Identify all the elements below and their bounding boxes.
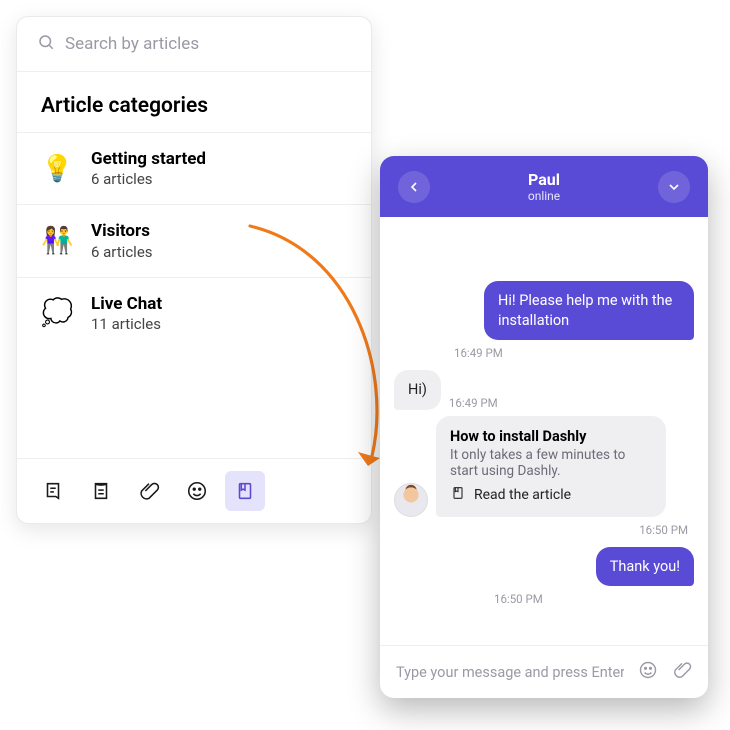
message-text: Thank you! — [596, 547, 694, 587]
article-card[interactable]: How to install Dashly It only takes a fe… — [436, 416, 666, 517]
kb-item-live-chat[interactable]: 💭 Live Chat 11 articles — [17, 277, 371, 349]
chat-window: Paul online Hi! Please help me with the … — [380, 156, 708, 698]
kb-item-sub: 6 articles — [91, 243, 153, 261]
message-article: How to install Dashly It only takes a fe… — [394, 416, 694, 517]
article-desc: It only takes a few minutes to start usi… — [450, 447, 652, 479]
chat-input-bar — [380, 645, 708, 698]
message-text: Hi) — [394, 370, 441, 410]
article-link-text: Read the article — [474, 487, 571, 503]
message-sent: Thank you! — [394, 547, 694, 587]
kb-item-getting-started[interactable]: 💡 Getting started 6 articles — [17, 132, 371, 204]
chat-contact-status: online — [528, 189, 560, 203]
people-icon: 👫 — [41, 226, 73, 256]
attachment-icon[interactable] — [129, 471, 169, 511]
emoji-icon[interactable] — [177, 471, 217, 511]
message-sent: Hi! Please help me with the installation — [394, 281, 694, 340]
kb-item-sub: 6 articles — [91, 170, 206, 188]
thought-bubble-icon: 💭 — [41, 298, 73, 328]
knowledge-base-icon[interactable] — [225, 471, 265, 511]
kb-section-title: Article categories — [17, 72, 371, 132]
chat-input[interactable] — [396, 664, 624, 681]
kb-item-title: Live Chat — [91, 294, 162, 315]
attachment-icon[interactable] — [672, 660, 692, 684]
kb-item-title: Visitors — [91, 221, 153, 242]
note-icon[interactable] — [33, 471, 73, 511]
message-text: Hi! Please help me with the installation — [484, 281, 694, 340]
chat-body: Hi! Please help me with the installation… — [380, 217, 708, 645]
kb-item-visitors[interactable]: 👫 Visitors 6 articles — [17, 204, 371, 276]
kb-item-title: Getting started — [91, 149, 206, 170]
emoji-icon[interactable] — [638, 660, 658, 684]
message-time: 16:49 PM — [454, 346, 688, 360]
message-time: 16:50 PM — [400, 523, 688, 537]
more-button[interactable] — [658, 171, 690, 203]
chat-contact-name: Paul — [528, 170, 560, 189]
book-icon — [450, 485, 466, 505]
kb-item-sub: 11 articles — [91, 315, 162, 333]
article-link[interactable]: Read the article — [450, 485, 652, 505]
article-title: How to install Dashly — [450, 428, 652, 445]
agent-avatar — [394, 483, 428, 517]
search-icon — [37, 33, 55, 55]
message-time: 16:49 PM — [449, 396, 498, 410]
message-time: 16:50 PM — [494, 592, 688, 606]
message-received: Hi) 16:49 PM — [394, 370, 694, 410]
lightbulb-icon: 💡 — [41, 154, 73, 184]
kb-search[interactable] — [17, 17, 371, 72]
chat-header: Paul online — [380, 156, 708, 217]
back-button[interactable] — [398, 171, 430, 203]
saved-replies-icon[interactable] — [81, 471, 121, 511]
kb-panel: Article categories 💡 Getting started 6 a… — [16, 16, 372, 524]
kb-toolbar — [17, 458, 371, 523]
search-input[interactable] — [65, 34, 351, 54]
